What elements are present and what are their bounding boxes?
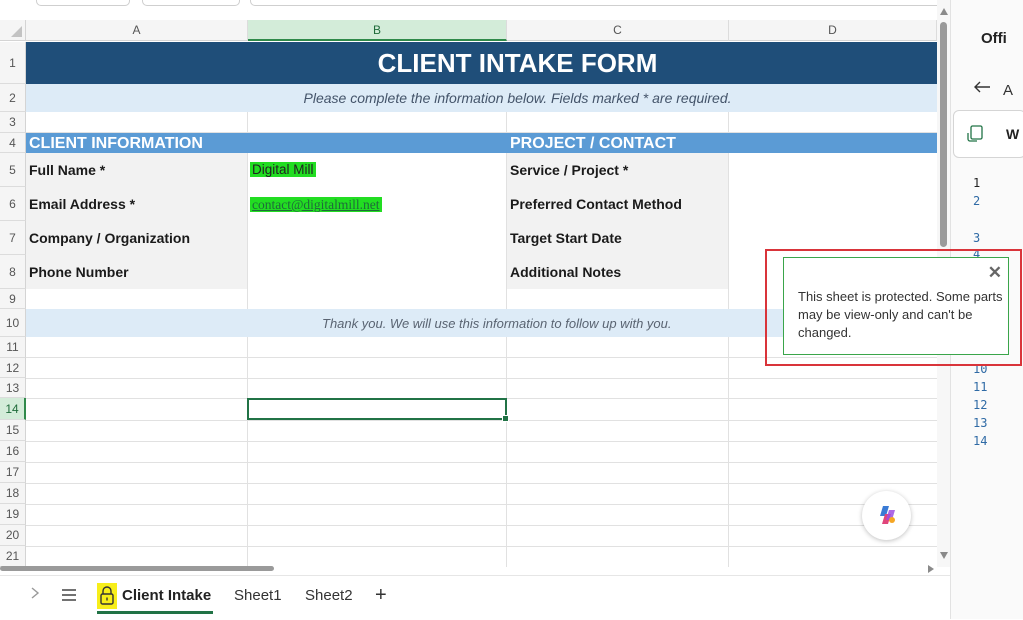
form-subtitle[interactable]: Please complete the information below. F… [26,84,937,112]
row-header-3[interactable]: 3 [0,112,26,133]
row-header-1[interactable]: 1 [0,42,26,84]
label-additional-notes[interactable]: Additional Notes [507,255,728,289]
label-preferred-contact[interactable]: Preferred Contact Method [507,187,728,221]
code-line-number: 1 [973,176,981,190]
row-header-15[interactable]: 15 [0,420,26,441]
row-header-7[interactable]: 7 [0,221,26,255]
vertical-scroll-thumb[interactable] [940,22,947,247]
row-header-4[interactable]: 4 [0,133,26,153]
row-header-9[interactable]: 9 [0,289,26,309]
select-all-corner[interactable] [0,20,26,41]
active-tab-indicator [97,611,213,614]
gridline [26,420,937,421]
chevron-right-icon[interactable] [30,586,40,605]
add-sheet-button[interactable]: + [375,584,387,607]
toast-highlight-frame [765,249,1022,366]
copilot-icon [876,504,898,531]
row-header-17[interactable]: 17 [0,462,26,483]
scroll-down-icon[interactable] [940,552,948,559]
arrow-left-icon[interactable] [973,78,991,99]
copilot-button[interactable] [862,491,911,540]
cell-full-name-value[interactable]: Digital Mill [250,161,316,179]
column-header-d[interactable]: D [729,20,937,41]
column-header-b[interactable]: B [248,20,507,41]
gridline [26,525,937,526]
code-line-number: 2 [973,194,981,208]
row-header-8[interactable]: 8 [0,255,26,289]
gridline [26,483,937,484]
row-header-18[interactable]: 18 [0,483,26,504]
script-icon [967,124,985,147]
lock-icon [97,583,117,609]
code-line-number: 14 [973,434,988,448]
row-header-11[interactable]: 11 [0,337,26,358]
form-title-text: CLIENT INTAKE FORM [377,47,658,78]
active-cell-b14[interactable] [247,398,509,422]
gridline [26,441,937,442]
back-label: A [1003,82,1014,99]
code-line-number: 3 [973,231,981,245]
row-header-2[interactable]: 2 [0,84,26,112]
code-line-number: 13 [973,416,988,430]
tab-sheet1[interactable]: Sheet1 [234,587,282,604]
section-project-contact: PROJECT / CONTACT [510,135,676,152]
row-header-14[interactable]: 14 [0,398,26,420]
section-client-information: CLIENT INFORMATION [29,135,203,152]
ribbon-edge [0,0,937,12]
row-header-12[interactable]: 12 [0,358,26,378]
label-company[interactable]: Company / Organization [26,221,247,255]
gridline [26,462,937,463]
form-subtitle-text: Please complete the information below. F… [303,90,732,106]
row-header-10[interactable]: 10 [0,309,26,337]
form-title[interactable]: CLIENT INTAKE FORM [26,42,937,84]
row-header-6[interactable]: 6 [0,187,26,221]
gridline [26,504,937,505]
horizontal-scrollbar[interactable] [0,564,937,574]
tab-client-intake[interactable]: Client Intake [122,587,211,604]
scroll-up-icon[interactable] [940,8,948,15]
formula-bar-edge [250,0,937,6]
email-value: contact@digitalmill.net [250,197,382,212]
hamburger-icon[interactable] [62,588,76,606]
label-phone-number[interactable]: Phone Number [26,255,247,289]
label-target-start-date[interactable]: Target Start Date [507,221,728,255]
row-header-19[interactable]: 19 [0,504,26,525]
label-service-project[interactable]: Service / Project * [507,153,728,187]
full-name-value: Digital Mill [250,162,316,177]
horizontal-scroll-thumb[interactable] [0,566,274,571]
ribbon-control [36,0,130,6]
ribbon-control [142,0,240,6]
label-email-address[interactable]: Email Address * [26,187,247,221]
gridline [26,546,937,547]
gridline [26,378,937,379]
script-card-label: W [1006,126,1020,142]
gridline [728,112,729,567]
label-full-name[interactable]: Full Name * [26,153,247,187]
row-header-5[interactable]: 5 [0,153,26,187]
row-header-16[interactable]: 16 [0,441,26,462]
sheet-tab-bar: Client Intake Sheet1 Sheet2 + [0,575,950,620]
column-header-a[interactable]: A [26,20,248,41]
tab-sheet2[interactable]: Sheet2 [305,587,353,604]
code-line-number: 11 [973,380,988,394]
gridline [247,112,248,567]
row-header-13[interactable]: 13 [0,378,26,398]
cell-email-value[interactable]: contact@digitalmill.net [250,196,382,214]
column-header-c[interactable]: C [507,20,729,41]
scroll-right-icon[interactable] [928,565,934,573]
code-line-number: 12 [973,398,988,412]
thank-you-text: Thank you. We will use this information … [322,315,672,331]
side-panel-title: Offi [981,30,1007,47]
row-header-20[interactable]: 20 [0,525,26,546]
